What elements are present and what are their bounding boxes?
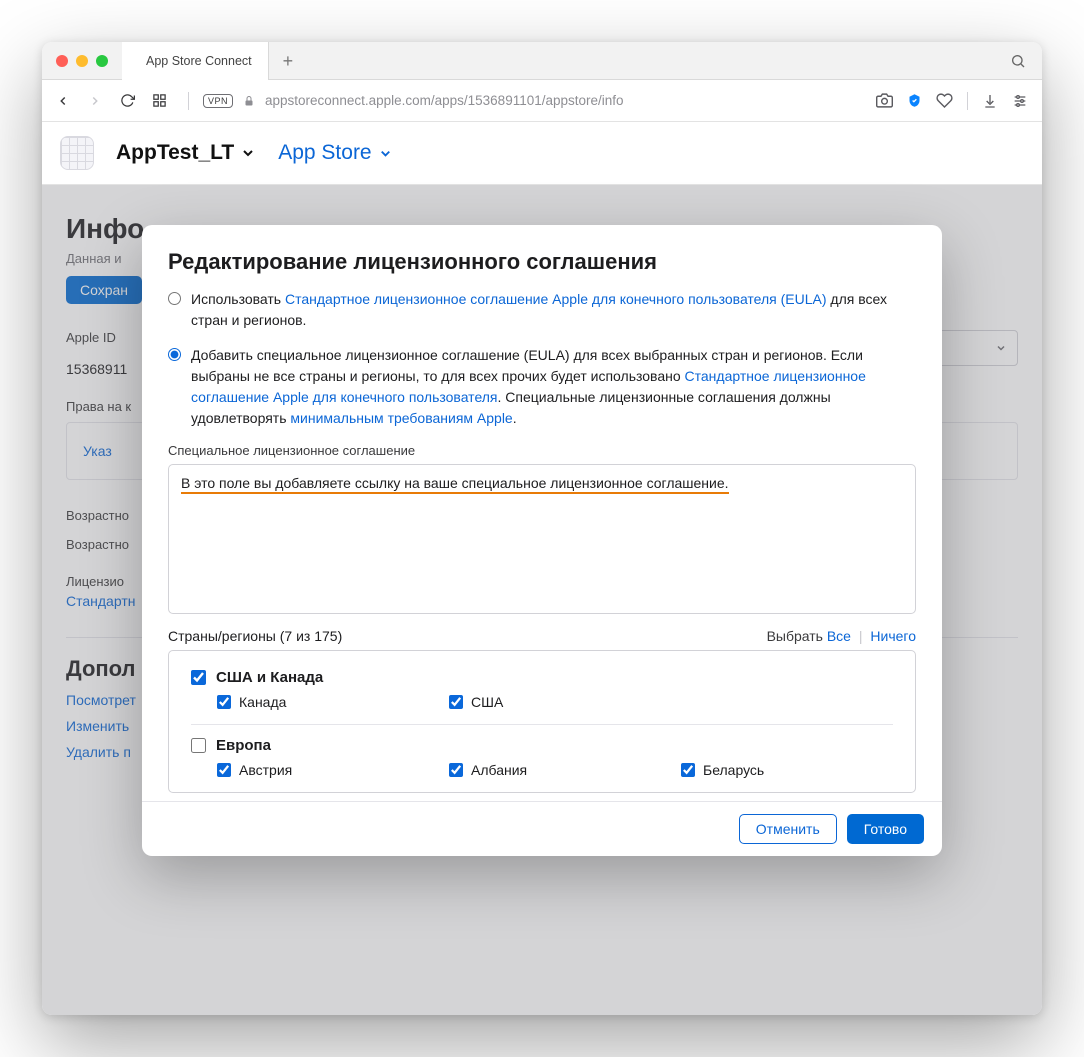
maximize-window-button[interactable] bbox=[96, 55, 108, 67]
eula-text-content: В это поле вы добавляете ссылку на ваше … bbox=[181, 475, 729, 494]
screenshot-icon[interactable] bbox=[876, 92, 893, 109]
page-body: Инфо Данная и Сохран Apple ID 15368911 П… bbox=[42, 185, 1042, 1015]
standard-eula-link[interactable]: Стандартное лицензионное соглашение Appl… bbox=[285, 291, 827, 307]
min-requirements-link[interactable]: минимальным требованиям Apple bbox=[290, 410, 512, 426]
group-divider bbox=[191, 724, 893, 725]
url-field[interactable]: appstoreconnect.apple.com/apps/153689110… bbox=[265, 93, 866, 108]
country-albania[interactable]: Албания bbox=[449, 762, 661, 778]
app-breadcrumb: AppTest_LT App Store bbox=[42, 122, 1042, 185]
region-group-us-canada[interactable]: США и Канада bbox=[191, 669, 893, 686]
eula-textarea[interactable]: В это поле вы добавляете ссылку на ваше … bbox=[168, 464, 916, 614]
radio-standard-input[interactable] bbox=[168, 292, 181, 305]
country-austria[interactable]: Австрия bbox=[217, 762, 429, 778]
regions-count-label: Страны/регионы (7 из 175) bbox=[168, 628, 342, 644]
toolbar-divider bbox=[188, 92, 189, 110]
done-button[interactable]: Готово bbox=[847, 814, 924, 844]
reload-button[interactable] bbox=[120, 93, 142, 108]
eula-field-label: Специальное лицензионное соглашение bbox=[168, 443, 916, 458]
select-none-link[interactable]: Ничего bbox=[870, 628, 916, 644]
chevron-down-icon bbox=[378, 146, 393, 161]
tab-title: App Store Connect bbox=[146, 54, 252, 68]
minimize-window-button[interactable] bbox=[76, 55, 88, 67]
country-canada[interactable]: Канада bbox=[217, 694, 429, 710]
radio-custom-eula[interactable]: Добавить специальное лицензионное соглаш… bbox=[168, 345, 916, 429]
radio-custom-input[interactable] bbox=[168, 348, 181, 361]
browser-tab[interactable]: App Store Connect bbox=[122, 42, 269, 80]
forward-button[interactable] bbox=[88, 94, 110, 108]
settings-icon[interactable] bbox=[1012, 93, 1028, 109]
new-tab-button[interactable]: + bbox=[269, 52, 308, 70]
shield-icon[interactable] bbox=[907, 93, 922, 108]
app-name-dropdown[interactable]: AppTest_LT bbox=[116, 141, 256, 165]
app-icon-placeholder bbox=[60, 136, 94, 170]
titlebar: App Store Connect + bbox=[42, 42, 1042, 80]
lock-icon bbox=[243, 95, 255, 107]
cancel-button[interactable]: Отменить bbox=[739, 814, 837, 844]
radio-standard-text: Использовать Стандартное лицензионное со… bbox=[191, 289, 916, 331]
radio-custom-text: Добавить специальное лицензионное соглаш… bbox=[191, 345, 916, 429]
select-links: Выбрать Все | Ничего bbox=[767, 628, 916, 644]
regions-box: США и Канада Канада США Европа bbox=[168, 650, 916, 793]
eula-modal: Редактирование лицензионного соглашения … bbox=[142, 225, 942, 856]
section-dropdown[interactable]: App Store bbox=[278, 141, 392, 165]
modal-overlay: Редактирование лицензионного соглашения … bbox=[42, 185, 1042, 1015]
apps-button[interactable] bbox=[152, 93, 174, 108]
chevron-down-icon bbox=[240, 145, 256, 161]
download-icon[interactable] bbox=[982, 93, 998, 109]
group-name: США и Канада bbox=[216, 669, 323, 686]
group-checkbox-europe[interactable] bbox=[191, 738, 206, 753]
back-button[interactable] bbox=[56, 94, 78, 108]
toolbar-divider bbox=[967, 92, 968, 110]
group-name: Европа bbox=[216, 737, 271, 754]
region-group-europe[interactable]: Европа bbox=[191, 737, 893, 754]
modal-footer: Отменить Готово bbox=[142, 801, 942, 856]
browser-window: App Store Connect + VPN appstoreconnect.… bbox=[42, 42, 1042, 1015]
select-all-link[interactable]: Все bbox=[827, 628, 851, 644]
group-checkbox-us-canada[interactable] bbox=[191, 670, 206, 685]
app-name: AppTest_LT bbox=[116, 141, 234, 165]
country-belarus[interactable]: Беларусь bbox=[681, 762, 893, 778]
url-toolbar: VPN appstoreconnect.apple.com/apps/15368… bbox=[42, 80, 1042, 122]
window-controls bbox=[42, 55, 122, 67]
country-usa[interactable]: США bbox=[449, 694, 661, 710]
search-icon[interactable] bbox=[1010, 53, 1026, 69]
favorite-icon[interactable] bbox=[936, 92, 953, 109]
vpn-badge: VPN bbox=[203, 94, 233, 108]
radio-standard-eula[interactable]: Использовать Стандартное лицензионное со… bbox=[168, 289, 916, 331]
close-window-button[interactable] bbox=[56, 55, 68, 67]
section-name: App Store bbox=[278, 141, 371, 165]
modal-title: Редактирование лицензионного соглашения bbox=[168, 249, 916, 275]
